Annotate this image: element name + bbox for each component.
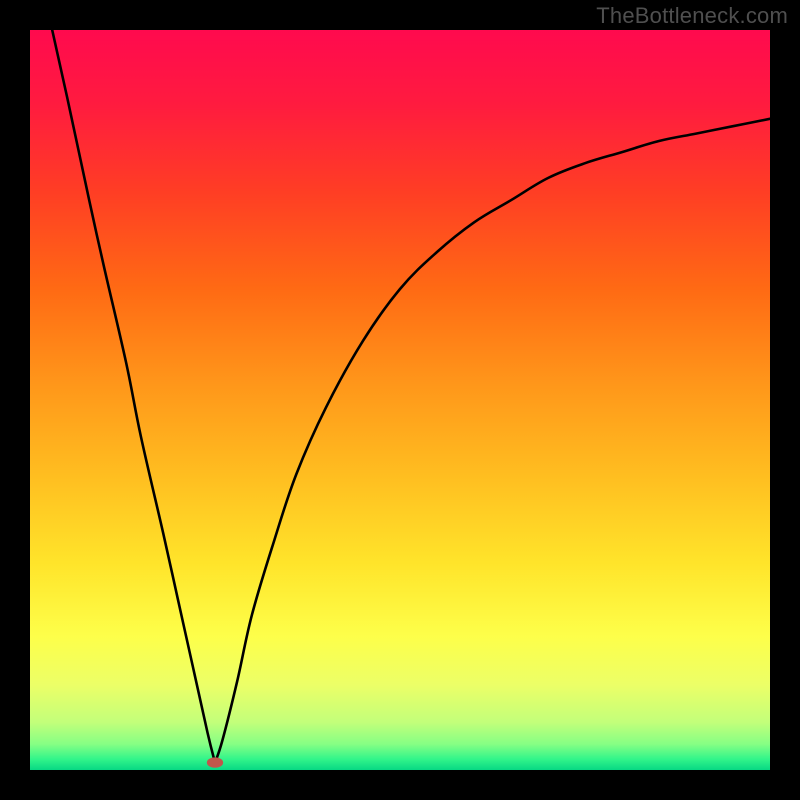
watermark-text: TheBottleneck.com (596, 3, 788, 29)
minimum-marker (207, 757, 223, 767)
curve-left-branch (52, 30, 215, 763)
plot-area (30, 30, 770, 770)
chart-container: TheBottleneck.com (0, 0, 800, 800)
curve-right-branch (215, 119, 770, 763)
curve-layer (30, 30, 770, 770)
